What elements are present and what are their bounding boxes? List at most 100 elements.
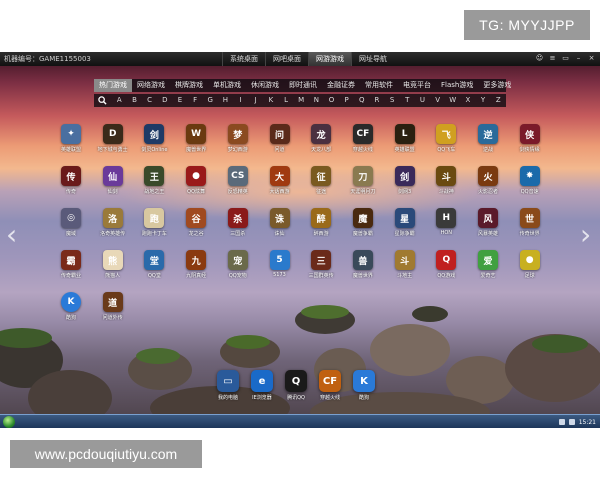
- alphabet-filter[interactable]: F: [188, 94, 203, 107]
- app-tile[interactable]: ✸ QQ音速: [509, 166, 551, 195]
- dock-item[interactable]: K 酷狗: [350, 370, 378, 401]
- app-tile[interactable]: 火火影忍者: [467, 166, 509, 195]
- app-tile[interactable]: 侠剑侠情缘: [509, 124, 551, 153]
- alphabet-filter[interactable]: I: [233, 94, 248, 107]
- dock-item[interactable]: Q 腾讯QQ: [282, 370, 310, 401]
- app-icon[interactable]: 兽: [352, 250, 373, 270]
- app-icon[interactable]: W: [186, 124, 207, 144]
- dock-icon[interactable]: CF: [319, 370, 341, 392]
- alphabet-filter[interactable]: R: [369, 94, 384, 107]
- app-tile[interactable]: Q QQ游戏: [425, 250, 467, 279]
- dock-icon[interactable]: ▭: [217, 370, 239, 392]
- app-icon[interactable]: 大: [269, 166, 290, 186]
- app-icon[interactable]: ✦: [61, 124, 81, 144]
- alphabet-filter[interactable]: E: [172, 94, 187, 107]
- app-icon[interactable]: 三: [311, 250, 332, 270]
- category-tab[interactable]: 棋牌游戏: [170, 79, 208, 92]
- app-icon[interactable]: 斗: [436, 166, 457, 186]
- app-icon[interactable]: D: [102, 124, 123, 144]
- volume-icon[interactable]: [568, 419, 575, 425]
- app-icon[interactable]: 道: [102, 292, 123, 312]
- app-icon[interactable]: 九: [186, 250, 207, 270]
- user-icon[interactable]: ☺: [535, 54, 544, 63]
- app-icon[interactable]: ●: [519, 250, 540, 270]
- app-tile[interactable]: 逆逆战: [467, 124, 509, 153]
- app-tile[interactable]: 5 5173: [259, 250, 301, 278]
- alphabet-filter[interactable]: M: [294, 94, 309, 107]
- app-tile[interactable]: 兽魔兽世界: [342, 250, 384, 279]
- app-tile[interactable]: 大大话西游: [259, 166, 301, 195]
- category-tab[interactable]: 即时通讯: [284, 79, 322, 92]
- app-icon[interactable]: 醉: [311, 208, 332, 228]
- app-icon[interactable]: 传: [61, 166, 81, 186]
- top-tab[interactable]: 网游游戏: [308, 52, 351, 66]
- alphabet-filter[interactable]: L: [278, 94, 293, 107]
- app-icon[interactable]: 星: [394, 208, 415, 228]
- app-tile[interactable]: ✦ 英雄联盟: [50, 124, 92, 153]
- app-tile[interactable]: 杀三国杀: [217, 208, 259, 237]
- prev-page-arrow[interactable]: ‹: [6, 220, 20, 250]
- dock-item[interactable]: CF 穿越火线: [316, 370, 344, 401]
- app-tile[interactable]: CS 反恐精英: [217, 166, 259, 195]
- app-icon[interactable]: 宠: [227, 250, 248, 270]
- app-icon[interactable]: K: [61, 292, 81, 312]
- app-icon[interactable]: 爱: [478, 250, 498, 270]
- top-tab[interactable]: 网址导航: [351, 52, 394, 66]
- network-icon[interactable]: [558, 419, 565, 425]
- app-tile[interactable]: 堂 QQ堂: [133, 250, 175, 279]
- app-tile[interactable]: 爱爱奇艺: [467, 250, 509, 279]
- app-tile[interactable]: 世传奇世界: [509, 208, 551, 237]
- search-icon[interactable]: [94, 94, 112, 107]
- app-tile[interactable]: W 魔兽世界: [175, 124, 217, 153]
- app-tile[interactable]: 洛洛奇英雄传: [92, 208, 134, 237]
- alphabet-filter[interactable]: Q: [354, 94, 369, 107]
- app-icon[interactable]: 飞: [436, 124, 457, 144]
- app-icon[interactable]: 王: [144, 166, 165, 186]
- app-icon[interactable]: 斗: [394, 250, 415, 270]
- app-tile[interactable]: CF 穿越火线: [342, 124, 384, 153]
- app-icon[interactable]: 征: [311, 166, 332, 186]
- app-icon[interactable]: ●: [186, 166, 207, 186]
- app-icon[interactable]: H: [436, 208, 457, 228]
- app-icon[interactable]: ✸: [519, 166, 540, 186]
- app-tile[interactable]: 仙仙剑: [92, 166, 134, 195]
- alphabet-filter[interactable]: J: [248, 94, 263, 107]
- app-tile[interactable]: 醉醉西游: [300, 208, 342, 237]
- app-tile[interactable]: D 地下城与勇士: [92, 124, 134, 153]
- dock-icon[interactable]: e: [251, 370, 273, 392]
- app-tile[interactable]: 王战地之王: [133, 166, 175, 195]
- dock-item[interactable]: e IE浏览器: [248, 370, 276, 401]
- app-icon[interactable]: ◎: [61, 208, 81, 228]
- app-icon[interactable]: 刀: [352, 166, 373, 186]
- start-button[interactable]: [3, 416, 15, 428]
- app-icon[interactable]: 杀: [227, 208, 248, 228]
- app-icon[interactable]: 侠: [519, 124, 540, 144]
- app-tile[interactable]: 跑跑跑卡丁车: [133, 208, 175, 237]
- category-tab[interactable]: 金融证券: [322, 79, 360, 92]
- dock-icon[interactable]: K: [353, 370, 375, 392]
- app-icon[interactable]: 跑: [144, 208, 165, 228]
- app-icon[interactable]: 问: [269, 124, 290, 144]
- top-tab[interactable]: 系统桌面: [222, 52, 265, 66]
- menu-icon[interactable]: ≡: [548, 54, 557, 63]
- app-icon[interactable]: 火: [478, 166, 498, 186]
- app-icon[interactable]: 剑: [394, 166, 415, 186]
- app-tile[interactable]: 梦梦幻西游: [217, 124, 259, 153]
- app-icon[interactable]: Q: [436, 250, 457, 270]
- app-tile[interactable]: ● QQ炫舞: [175, 166, 217, 195]
- app-tile[interactable]: K 酷狗: [50, 292, 92, 321]
- app-tile[interactable]: 霸传奇霸业: [50, 250, 92, 279]
- app-icon[interactable]: CF: [352, 124, 373, 144]
- category-tab[interactable]: 常用软件: [360, 79, 398, 92]
- alphabet-filter[interactable]: C: [142, 94, 157, 107]
- alphabet-filter[interactable]: X: [460, 94, 475, 107]
- app-tile[interactable]: 熊熊猫人: [92, 250, 134, 279]
- app-icon[interactable]: 风: [478, 208, 498, 228]
- top-tab[interactable]: 网吧桌面: [265, 52, 308, 66]
- alphabet-filter[interactable]: Y: [475, 94, 490, 107]
- alphabet-filter[interactable]: A: [112, 94, 127, 107]
- app-tile[interactable]: 剑剑灵Online: [133, 124, 175, 153]
- app-tile[interactable]: 剑剑网3: [384, 166, 426, 195]
- app-tile[interactable]: 龙天龙八部: [300, 124, 342, 153]
- alphabet-filter[interactable]: W: [445, 94, 460, 107]
